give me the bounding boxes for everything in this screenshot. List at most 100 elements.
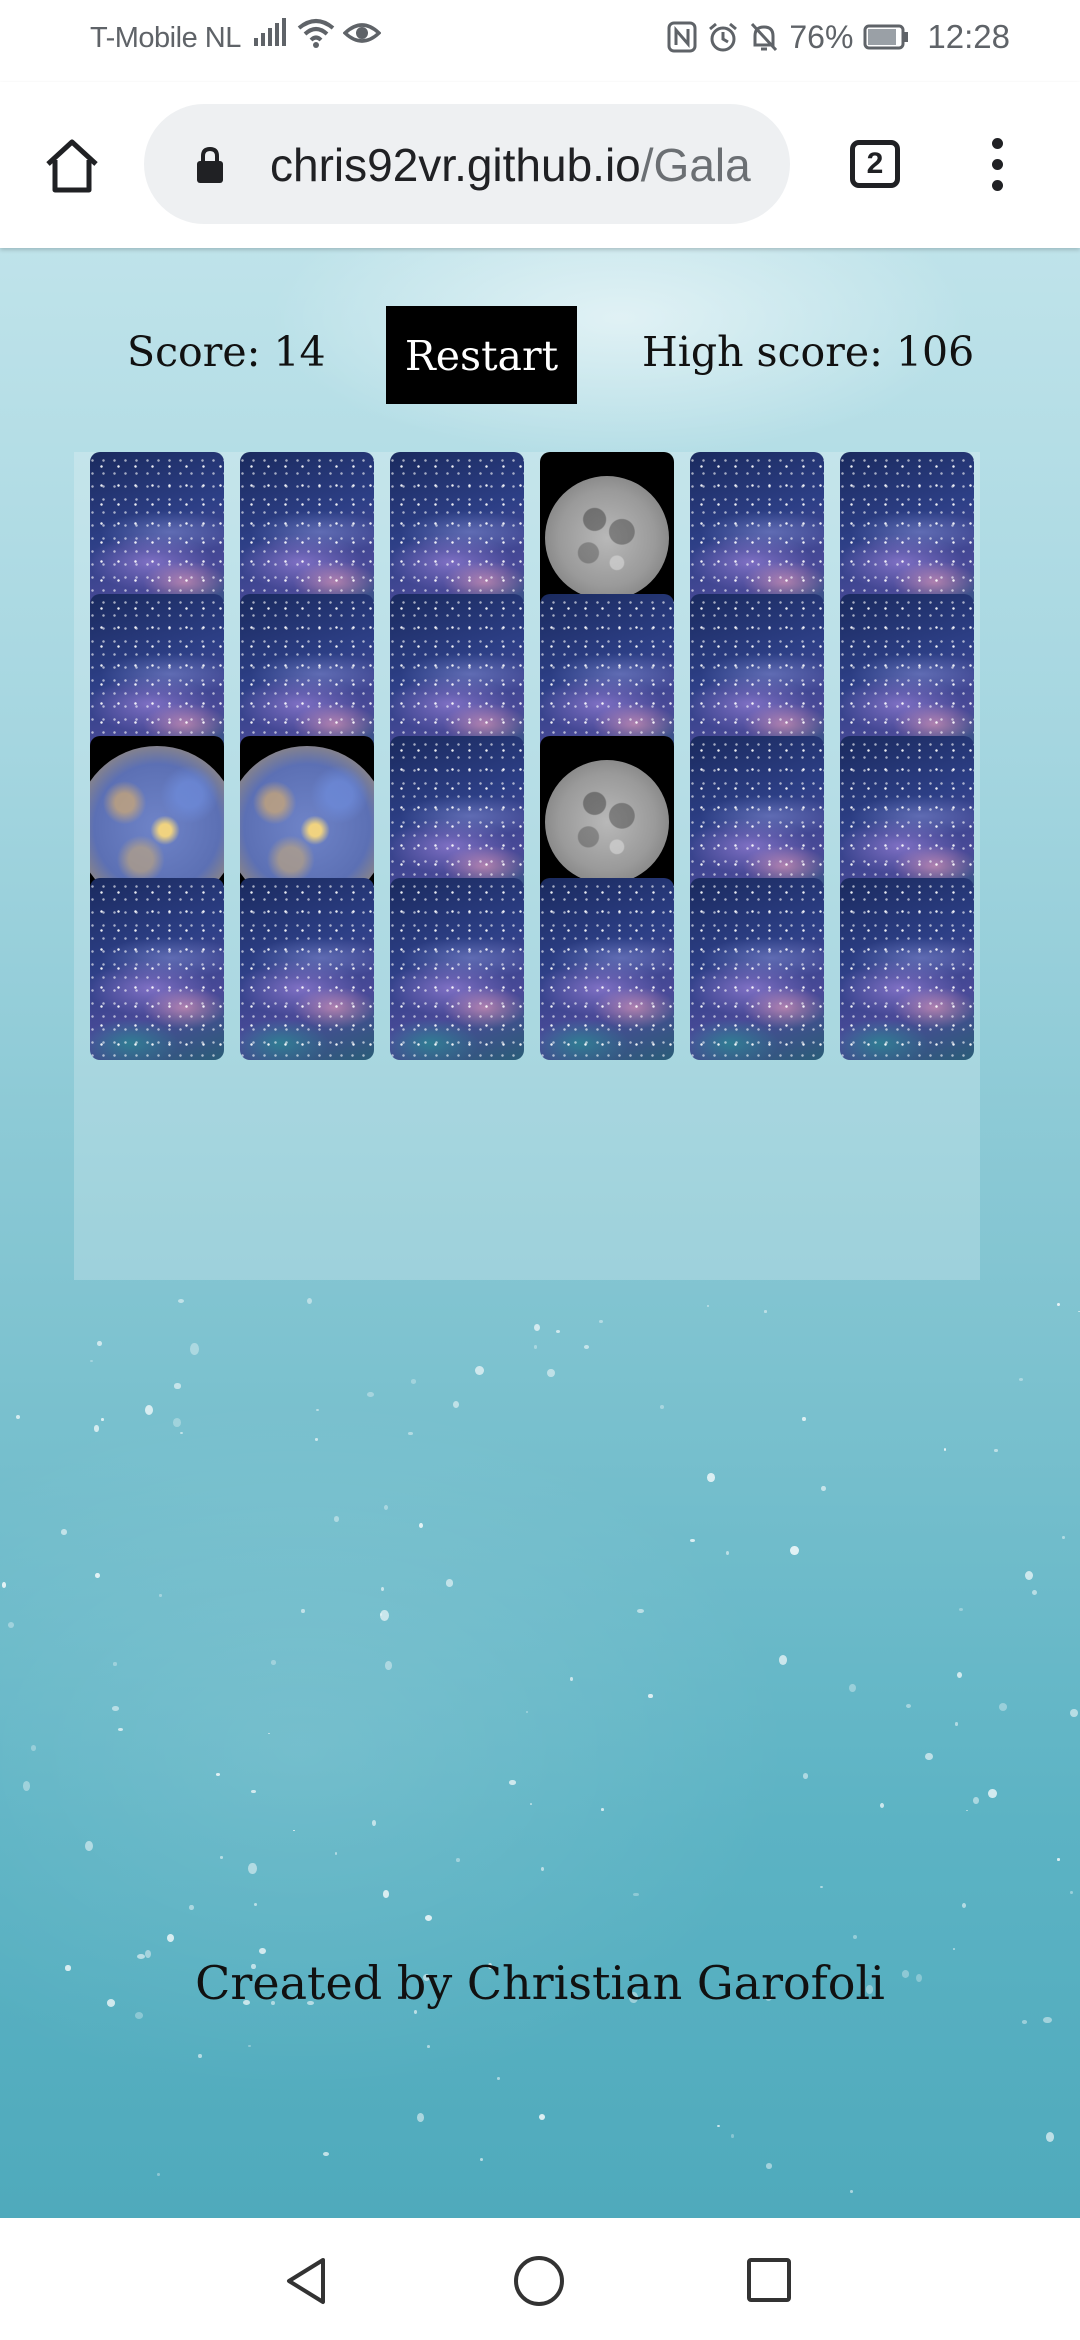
snow-speck <box>994 1448 998 1453</box>
snow-speck <box>84 1840 93 1852</box>
card-back[interactable] <box>240 878 374 1060</box>
battery-percent: 76% <box>789 18 854 55</box>
snow-speck <box>157 2173 160 2177</box>
snow-speck <box>956 1672 963 1679</box>
snow-speck <box>479 2158 484 2162</box>
snow-speck <box>248 2045 252 2048</box>
snow-speck <box>600 1808 604 1812</box>
snow-speck <box>819 1885 823 1888</box>
snow-speck <box>570 1677 574 1682</box>
snow-speck <box>31 1745 37 1751</box>
snow-speck <box>301 1608 305 1613</box>
snow-speck <box>905 1703 911 1708</box>
snow-speck <box>410 1379 417 1384</box>
snow-speck <box>475 1365 485 1376</box>
snow-speck <box>455 1858 460 1862</box>
snow-speck <box>778 1654 787 1665</box>
snow-speck <box>419 1522 424 1529</box>
home-circle-icon[interactable] <box>514 2256 564 2306</box>
back-icon[interactable] <box>283 2256 329 2311</box>
snow-speck <box>101 1418 104 1421</box>
snow-speck <box>1043 2016 1052 2024</box>
card-back[interactable] <box>90 878 224 1060</box>
snow-speck <box>763 1310 768 1313</box>
snow-speck <box>248 1863 257 1875</box>
snow-speck <box>7 1621 14 1628</box>
moon-image <box>545 476 669 600</box>
snow-speck <box>1 1582 7 1588</box>
card-back[interactable] <box>540 878 674 1060</box>
snow-speck <box>367 1392 374 1398</box>
signal-icon <box>253 18 289 48</box>
snow-speck <box>189 1904 194 1910</box>
snow-speck <box>1018 1378 1023 1382</box>
more-options-icon[interactable] <box>985 134 1009 198</box>
snow-speck <box>637 1608 644 1613</box>
snow-speck <box>546 1368 556 1378</box>
snow-speck <box>707 1472 715 1482</box>
url-path: /Gala <box>640 139 751 191</box>
snow-speck <box>998 1702 1007 1711</box>
card-grid: moonmercurymercurymoon <box>74 452 980 1280</box>
high-score-label: High score: 106 <box>642 328 975 376</box>
tab-switcher-button[interactable]: 2 <box>850 140 900 188</box>
snow-speck <box>385 1661 392 1670</box>
snow-speck <box>427 2045 431 2049</box>
wifi-icon <box>297 18 335 48</box>
snow-speck <box>1025 1571 1034 1581</box>
snow-speck <box>538 2113 546 2121</box>
snow-speck <box>849 1683 856 1693</box>
card-back[interactable] <box>690 878 824 1060</box>
snow-speck <box>717 2125 720 2128</box>
snow-speck <box>117 1728 123 1732</box>
snow-speck <box>111 1706 119 1711</box>
status-bar: T-Mobile NL 76% 12:28 <box>0 0 1080 82</box>
snow-speck <box>765 2163 772 2169</box>
home-icon[interactable] <box>40 134 104 198</box>
snow-speck <box>1057 1302 1060 1306</box>
snow-speck <box>95 1572 101 1579</box>
snow-speck <box>555 1329 561 1334</box>
snow-speck <box>850 2190 854 2193</box>
snow-speck <box>633 1892 639 1897</box>
snow-speck <box>94 1425 99 1432</box>
snow-speck <box>267 1732 271 1735</box>
snow-speck <box>1031 1590 1037 1596</box>
snow-speck <box>953 1947 956 1950</box>
card-back[interactable] <box>390 878 524 1060</box>
snow-speck <box>179 1431 183 1435</box>
snow-speck <box>61 1529 67 1535</box>
snow-speck <box>452 1401 459 1409</box>
snow-speck <box>445 1579 454 1587</box>
snow-speck <box>659 1405 664 1409</box>
snow-speck <box>89 1359 93 1363</box>
restart-button[interactable]: Restart <box>386 306 577 404</box>
card-back[interactable] <box>840 878 974 1060</box>
snow-speck <box>15 1414 21 1420</box>
snow-speck <box>306 1298 312 1305</box>
snow-speck <box>22 1781 31 1792</box>
snow-speck <box>417 2113 424 2123</box>
snow-speck <box>135 2011 144 2019</box>
snow-speck <box>690 1539 695 1543</box>
snow-speck <box>959 1608 964 1611</box>
browser-toolbar: chris92vr.github.io/Gala 2 <box>0 82 1080 248</box>
snow-speck <box>177 1298 185 1304</box>
snow-speck <box>802 1416 807 1422</box>
snow-speck <box>97 1340 103 1347</box>
snow-speck <box>414 2009 418 2014</box>
snow-speck <box>270 1659 277 1665</box>
snow-speck <box>316 1409 320 1412</box>
snow-speck <box>987 1788 997 1799</box>
address-bar[interactable]: chris92vr.github.io/Gala <box>144 104 790 224</box>
recent-apps-icon[interactable] <box>747 2258 791 2302</box>
snow-speck <box>408 1431 413 1436</box>
snow-speck <box>526 1710 529 1713</box>
snow-speck <box>1062 1536 1065 1540</box>
eye-icon <box>343 19 381 47</box>
battery-icon <box>863 24 909 50</box>
snow-speck <box>541 1867 545 1872</box>
snow-speck <box>334 1851 338 1855</box>
game-page: Score: 14 Restart High score: 106 moonme… <box>0 248 1080 2218</box>
snow-speck <box>190 1343 199 1355</box>
